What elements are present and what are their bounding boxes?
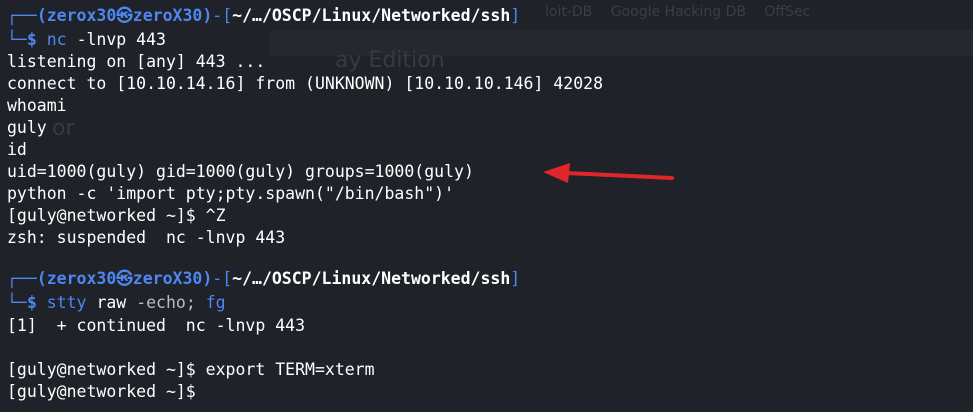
output-line: whoami: [7, 96, 67, 115]
prompt-corner: ┌──: [7, 269, 37, 288]
background-tabs: loit-DB Google Hacking DB OffSec: [545, 4, 824, 20]
command-name: stty: [46, 293, 87, 312]
background-or-text: or: [52, 116, 75, 141]
prompt-user-host: (zerox30㉿zeroX30): [36, 269, 213, 288]
background-edition-text: ay Edition: [335, 48, 445, 73]
background-tab: loit-DB: [545, 4, 593, 20]
command-line-1: └─$ nc -lnvp 443: [7, 29, 166, 51]
output-line: [1] + continued nc -lnvp 443: [7, 316, 306, 335]
output-line: guly: [7, 118, 47, 137]
prompt-dollar: $: [26, 293, 37, 312]
prompt-corner: └─: [7, 30, 27, 49]
prompt-bracket: -[: [212, 6, 233, 25]
prompt-path: ~/…/OSCP/Linux/Networked/ssh: [232, 269, 511, 288]
background-tab: OffSec: [764, 4, 811, 20]
output-line: [guly@networked ~]$ export TERM=xterm: [7, 360, 375, 379]
output-line: zsh: suspended nc -lnvp 443: [7, 228, 286, 247]
prompt-user-host: (zerox30㉿zeroX30): [36, 6, 213, 25]
output-line: id: [7, 140, 27, 159]
output-line: [guly@networked ~]$: [7, 382, 196, 401]
prompt-line-1: ┌──(zerox30㉿zeroX30)-[~/…/OSCP/Linux/Net…: [7, 5, 520, 27]
command-name: nc: [46, 30, 67, 49]
command-name: fg: [205, 293, 226, 312]
prompt-bracket: ]: [510, 6, 521, 25]
prompt-bracket: ]: [510, 269, 521, 288]
red-arrow-icon: [543, 163, 674, 183]
output-line: python -c 'import pty;pty.spawn("/bin/ba…: [7, 184, 455, 203]
command-args: -echo;: [136, 293, 196, 312]
output-line: listening on [any] 443 ...: [7, 52, 266, 71]
prompt-bracket: -[: [212, 269, 233, 288]
terminal-window[interactable]: loit-DB Google Hacking DB OffSec ay Edit…: [0, 0, 973, 412]
command-args: -lnvp 443: [76, 30, 166, 49]
output-line: [guly@networked ~]$ ^Z: [7, 206, 226, 225]
output-line-uid: uid=1000(guly) gid=1000(guly) groups=100…: [7, 162, 474, 181]
output-line: connect to [10.10.14.16] from (UNKNOWN) …: [7, 74, 604, 93]
command-args: raw: [96, 293, 127, 312]
prompt-corner: ┌──: [7, 6, 37, 25]
background-tab: Google Hacking DB: [610, 4, 746, 20]
prompt-path: ~/…/OSCP/Linux/Networked/ssh: [232, 6, 511, 25]
prompt-corner: └─: [7, 293, 27, 312]
command-line-2: └─$ stty raw -echo; fg: [7, 292, 226, 314]
prompt-dollar: $: [26, 30, 37, 49]
prompt-line-2: ┌──(zerox30㉿zeroX30)-[~/…/OSCP/Linux/Net…: [7, 268, 520, 290]
